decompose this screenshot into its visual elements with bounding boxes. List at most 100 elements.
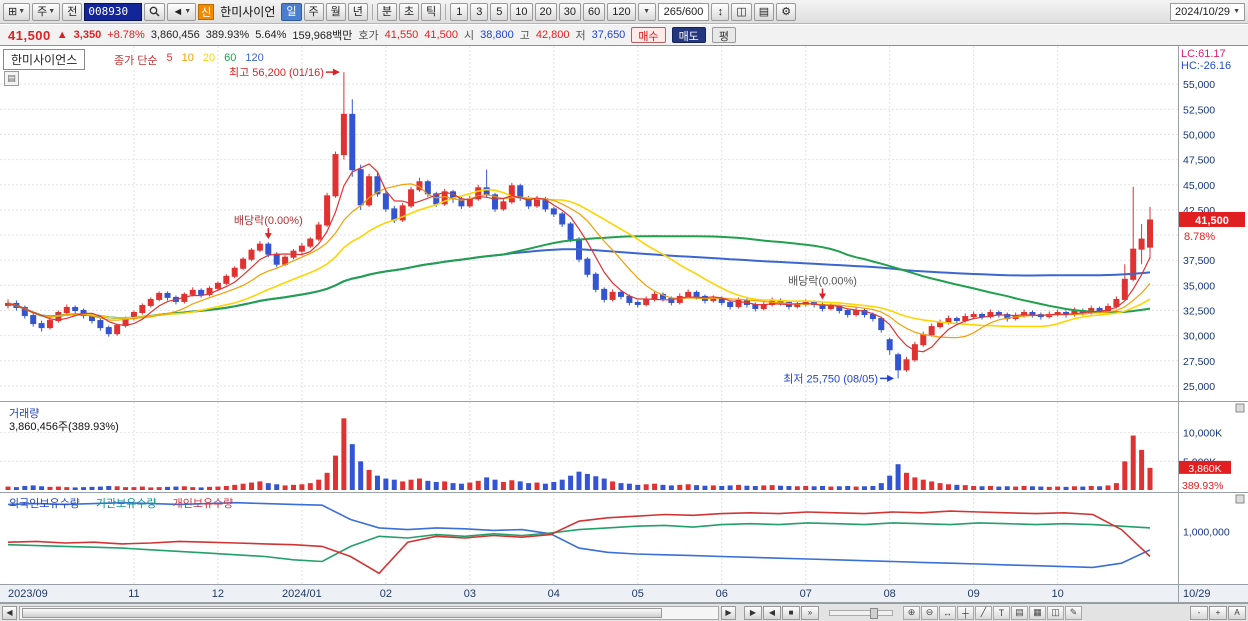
pan-icon[interactable]: ↔: [939, 605, 956, 620]
legend-ma-5: 5: [166, 52, 173, 64]
svg-text:32,500: 32,500: [1183, 306, 1215, 318]
chart-canvas[interactable]: 최고 56,200 (01/16) 배당락(0.00%) 배당락(0.00%) 최저 …: [0, 46, 1248, 603]
svg-text:10/29: 10/29: [1183, 588, 1211, 600]
svg-text:11: 11: [128, 588, 139, 600]
svg-text:50,000: 50,000: [1183, 129, 1215, 141]
zoom-in-icon[interactable]: ⊕: [903, 605, 920, 620]
trade-amount: 159,968백만: [292, 30, 353, 42]
play-forward-button[interactable]: ▶: [744, 605, 762, 620]
tab-daily[interactable]: 일: [281, 2, 302, 21]
gear-icon[interactable]: ⚙: [776, 2, 797, 21]
hoga-label: 호가: [358, 30, 379, 42]
annotations-layer: 최고 56,200 (01/16) 배당락(0.00%) 배당락(0.00%) 최저 …: [229, 66, 895, 385]
ma-legend: 종가 단순 5 10 20 60 120: [114, 52, 264, 68]
svg-text:47,500: 47,500: [1183, 155, 1215, 167]
chart-tool-icon[interactable]: ▤: [4, 71, 19, 86]
tick-20-button[interactable]: 20: [534, 2, 557, 21]
tick-30-button[interactable]: 30: [558, 2, 581, 21]
search-icon: [149, 6, 160, 17]
date-picker[interactable]: 2024/10/29 ▼: [1170, 2, 1245, 21]
tick-5-button[interactable]: 5: [490, 2, 509, 21]
tab-minute[interactable]: 분: [376, 2, 397, 21]
holdings-panel-labels: 외국인보유수량 기관보유수량 개인보유수량: [9, 495, 233, 511]
tick-120-button[interactable]: 120: [607, 2, 636, 21]
chart-area: 최고 56,200 (01/16) 배당락(0.00%) 배당락(0.00%) 최저 …: [0, 46, 1248, 603]
sell-button[interactable]: 매도: [671, 27, 706, 43]
compare-icon[interactable]: ↕: [711, 2, 730, 21]
tick-1-button[interactable]: 1: [450, 2, 469, 21]
tick-60-button[interactable]: 60: [583, 2, 606, 21]
panel-maximize-icon: [1235, 494, 1245, 504]
draw-icon[interactable]: ✎: [1065, 605, 1082, 620]
svg-text:389.93%: 389.93%: [1182, 480, 1223, 492]
chart-menu-icon[interactable]: ⊞ ▼: [3, 2, 31, 21]
svg-text:03: 03: [464, 588, 476, 600]
volume-panel-subtitle: 3,860,456주(389.93%): [9, 421, 119, 433]
panel-icon[interactable]: ◫: [1047, 605, 1064, 620]
date-value: 2024/10/29: [1175, 5, 1231, 18]
high-label: 고: [519, 30, 530, 42]
bar-count-display: 265/600: [657, 2, 710, 21]
quote-bar: 41,500 ▲ 3,350 +8.78% 3,860,456 389.93% …: [0, 25, 1248, 46]
text-tool-icon[interactable]: T: [993, 605, 1010, 620]
tab-yearly[interactable]: 년: [347, 2, 368, 21]
svg-text:04: 04: [548, 588, 560, 600]
jeon-button[interactable]: 전: [62, 2, 83, 21]
chart-style-icon[interactable]: ▦: [1029, 605, 1046, 620]
chart-tab-title[interactable]: 한미사이언스: [3, 49, 86, 70]
chart-nav-buttons: ▶ ◀ ■ »: [744, 605, 819, 620]
chart-scrollbar[interactable]: [19, 605, 719, 620]
tab-second[interactable]: 초: [399, 2, 420, 21]
svg-text:10,000K: 10,000K: [1183, 428, 1222, 440]
fast-forward-button[interactable]: »: [801, 605, 819, 620]
separator: [445, 3, 447, 20]
svg-text:55,000: 55,000: [1183, 79, 1215, 91]
zoom-out-icon[interactable]: ⊖: [921, 605, 938, 620]
buy-button[interactable]: 매수: [631, 27, 666, 43]
zoom-out-button[interactable]: -: [1190, 605, 1208, 620]
legend-ma-60: 60: [224, 52, 237, 64]
institution-holdings-label: 기관보유수량: [95, 498, 157, 510]
tab-tick[interactable]: 틱: [421, 2, 442, 21]
tick-10-button[interactable]: 10: [510, 2, 533, 21]
zoom-slider-thumb[interactable]: [870, 607, 878, 619]
low-price: 37,650: [591, 29, 626, 41]
tick-3-button[interactable]: 3: [470, 2, 489, 21]
stop-button[interactable]: ■: [782, 605, 800, 620]
play-back-button[interactable]: ◀: [763, 605, 781, 620]
recent-stocks-dropdown[interactable]: ◄ ▼: [167, 2, 197, 21]
scroll-right-icon[interactable]: ▶: [721, 605, 736, 620]
change-arrow-icon: ▲: [56, 29, 68, 41]
auto-size-button[interactable]: A: [1228, 605, 1246, 620]
grid-icon[interactable]: ▤: [1011, 605, 1028, 620]
save-icon[interactable]: ▤: [753, 2, 775, 21]
scrollbar-thumb[interactable]: [22, 607, 662, 618]
tab-monthly[interactable]: 월: [325, 2, 346, 21]
interval-dropdown[interactable]: ▼: [637, 2, 656, 21]
svg-text:09: 09: [968, 588, 980, 600]
credit-badge: 신: [198, 3, 215, 20]
avg-button[interactable]: 평: [711, 27, 736, 43]
zoom-slider[interactable]: [829, 607, 893, 619]
search-icon-button[interactable]: [144, 2, 166, 21]
svg-text:8.78%: 8.78%: [1184, 231, 1215, 243]
svg-text:2024/01: 2024/01: [282, 588, 322, 600]
crosshair-icon[interactable]: ┼: [957, 605, 974, 620]
svg-text:25,000: 25,000: [1183, 381, 1215, 393]
low-label: 저: [575, 30, 586, 42]
stock-code-input[interactable]: [84, 2, 143, 21]
price-change: 3,350: [73, 29, 102, 41]
svg-text:37,500: 37,500: [1183, 255, 1215, 267]
period-type-dropdown[interactable]: 주 ▼: [32, 2, 61, 21]
calendar-dropdown-icon: ▼: [1233, 8, 1240, 15]
layout-icon[interactable]: ◫: [731, 2, 752, 21]
ask-price: 41,550: [384, 29, 419, 41]
panel-borders: [0, 46, 1248, 603]
trendline-icon[interactable]: ╱: [975, 605, 992, 620]
svg-text:07: 07: [800, 588, 812, 600]
zoom-in-button[interactable]: +: [1209, 605, 1227, 620]
tab-weekly[interactable]: 주: [303, 2, 324, 21]
scroll-left-icon[interactable]: ◀: [2, 605, 17, 620]
foreign-holdings-label: 외국인보유수량: [9, 498, 80, 510]
turnover-percent: 5.64%: [255, 29, 287, 41]
